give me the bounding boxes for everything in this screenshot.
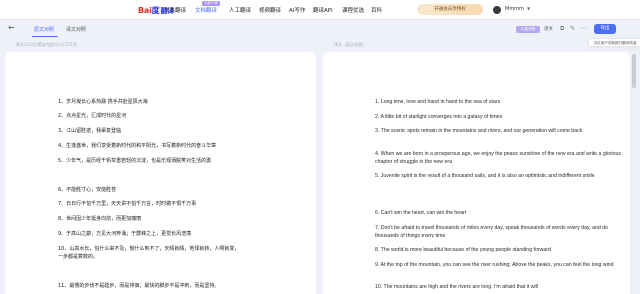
source-line[interactable]: 4、生逢盛世，我们享受着新时代的和平阳光，书写着新时代的奋斗华章 [58, 142, 216, 149]
target-line[interactable]: 4. When we are born in a prosperous age,… [375, 150, 627, 166]
vip-button[interactable]: 开通会员享特权 [417, 4, 483, 15]
source-line[interactable]: 2、点点星光，汇成时代的星河 [58, 112, 126, 119]
target-line[interactable]: 8. The world is more beautiful because o… [375, 246, 627, 254]
top-nav: Bai度翻译 文本翻译 全新升级 文档翻译 人工翻译 视频翻译 AI写作 翻译A… [0, 0, 640, 20]
source-panel[interactable] [5, 52, 316, 294]
edit-icon[interactable]: ✎ [570, 25, 575, 32]
username[interactable]: Mmmm [505, 6, 524, 12]
source-line[interactable]: 1、岁月凝长心系热融 携手共赴星辰大海 [58, 98, 148, 105]
source-line[interactable]: 8、世间因少年挺身向前，而更加瑰丽 [58, 215, 141, 222]
source-line[interactable]: 3、江山留胜迹，我辈复登临 [58, 127, 121, 134]
source-line[interactable]: 7、日日行不怕千万里，天天讲不怕千万言，时时做不惧千万事 [58, 200, 196, 207]
target-line[interactable]: 2. A little bit of starlight converges i… [375, 113, 627, 121]
nav-item-video-translate[interactable]: 视频翻译 [259, 6, 281, 14]
export-button[interactable]: 导出 [594, 24, 616, 34]
tab-source-compare[interactable]: 原文对照 [34, 26, 54, 33]
target-line[interactable]: 5. Juvenile spirit is the result of a th… [375, 172, 627, 180]
nav-item-courses[interactable]: 课程优选 [342, 6, 364, 14]
avatar[interactable] [493, 6, 501, 14]
source-line[interactable]: 10、山高水长，怕什么来不及，慌什么到不了，天晴就晴，地球就转，人啊就变， [58, 245, 239, 252]
source-line[interactable]: 5、少年气，是历经千帆举重若轻的沉淀，也是乐观洒脱笑对生活的勇 [58, 157, 211, 164]
document-toolbar: ← 原文对照 译文对照 中英对照 译文 ⧉ ✎ ⋯ 导出 [0, 20, 640, 38]
view-toggle-label[interactable]: 译文 [544, 26, 553, 32]
target-line[interactable]: 3. The scenic spots remain in the mounta… [375, 127, 627, 135]
nav-item-baike[interactable]: 百科 [371, 6, 382, 14]
source-line[interactable]: 一步都是算数的。 [58, 253, 98, 260]
source-line[interactable]: 11、最慢的步伐不是跬步，而是徘徊；最快的脚步不是冲刺，而是坚持。 [58, 282, 219, 289]
logo-paw: 度 [151, 6, 160, 15]
scrollbar[interactable] [632, 54, 636, 88]
chevron-down-icon[interactable]: ▼ [527, 6, 530, 11]
bilingual-chip[interactable]: 中英对照 [516, 26, 540, 33]
source-line[interactable]: 6、不能胜寸心，安能胜苍 [58, 186, 116, 193]
target-line[interactable]: 1. Long time, love and hand in hand to t… [375, 98, 627, 106]
tooltip: 试试用户词典提升翻译质量 [588, 38, 640, 47]
target-line[interactable]: 10. The mountains are high and the river… [375, 283, 627, 291]
target-line[interactable]: 7. Don't be afraid to travel thousands o… [375, 224, 627, 240]
more-icon[interactable]: ⋯ [580, 25, 586, 32]
target-line[interactable]: 6. Can't win the heart, can win the hear… [375, 209, 627, 217]
active-tab-indicator [32, 36, 58, 37]
nav-item-doc-translate[interactable]: 文档翻译 [195, 6, 217, 14]
tab-target-compare[interactable]: 译文对照 [66, 26, 86, 33]
back-arrow-icon[interactable]: ← [8, 23, 15, 32]
source-line[interactable]: 9、于高山之巅，方见大河奔涌；于群峰之上，更觉长风浩荡 [58, 230, 191, 237]
target-info-hint: 译文（英文结果） [334, 42, 366, 47]
source-info-hint: 原文(2/2页)提取内容共计2,371字 [16, 42, 78, 47]
copy-icon[interactable]: ⧉ [560, 25, 564, 33]
nav-item-translate-api[interactable]: 翻译API [313, 6, 333, 14]
logo-brand-text: Bai [138, 6, 152, 15]
nav-item-text-translate[interactable]: 文本翻译 [164, 6, 186, 14]
nav-item-human-translate[interactable]: 人工翻译 [229, 6, 251, 14]
nav-item-ai-writing[interactable]: AI写作 [289, 6, 305, 14]
target-line[interactable]: 9. At the top of the mountain, you can s… [375, 261, 627, 269]
